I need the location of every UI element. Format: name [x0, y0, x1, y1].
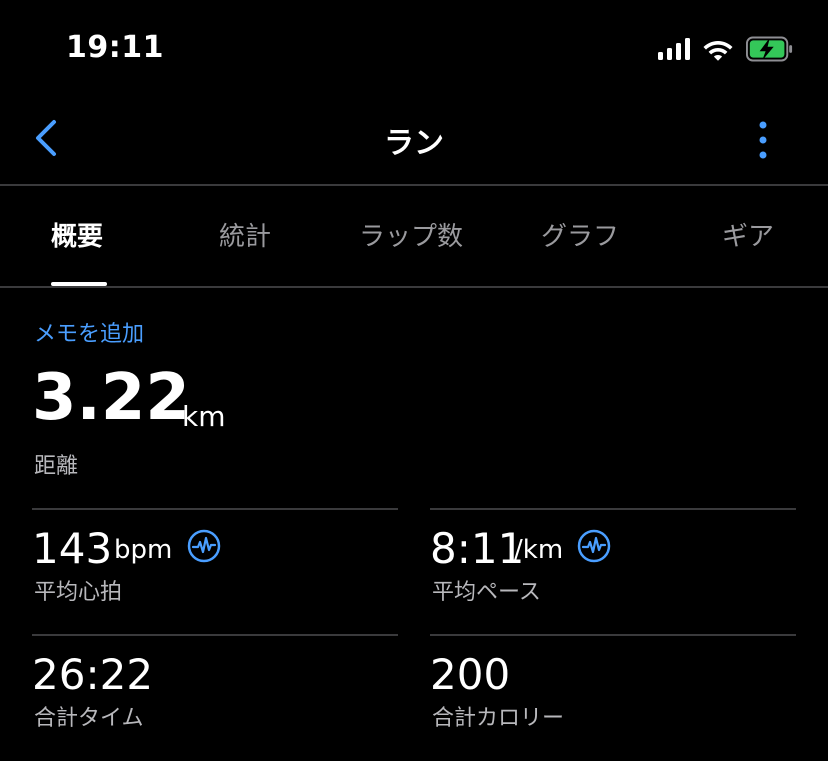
total-time-label: 合計タイム [34, 706, 144, 731]
stat-divider [32, 508, 398, 510]
status-icons [658, 36, 794, 62]
battery-charging-icon [746, 36, 793, 62]
avg-pace-value: 8:11 [430, 524, 525, 573]
avg-heart-rate-value: 143 [32, 524, 113, 573]
calories-label: 合計カロリー [432, 706, 565, 731]
status-time: 19:11 [66, 30, 164, 65]
distance-label: 距離 [34, 454, 79, 479]
cellular-signal-icon [658, 38, 690, 60]
tab-graph[interactable]: グラフ [541, 216, 619, 253]
total-time-value: 26:22 [32, 650, 154, 699]
calories-value: 200 [430, 650, 511, 699]
tab-stats[interactable]: 統計 [219, 216, 271, 253]
distance-value: 3.22 [32, 361, 190, 435]
heart-rate-icon[interactable] [187, 529, 221, 563]
tab-laps[interactable]: ラップ数 [359, 216, 463, 253]
stat-divider [430, 508, 796, 510]
tab-bar: 概要 統計 ラップ数 グラフ ギア [0, 186, 828, 286]
avg-heart-rate-unit: bpm [114, 535, 173, 565]
nav-bar: ラン [0, 100, 828, 184]
tab-overview[interactable]: 概要 [51, 216, 103, 253]
wifi-icon [703, 41, 733, 61]
avg-heart-rate-label: 平均心拍 [34, 580, 123, 605]
status-bar: 19:11 [0, 0, 828, 100]
more-vertical-icon[interactable] [748, 120, 778, 160]
tab-gear[interactable]: ギア [722, 216, 774, 253]
add-memo-link[interactable]: メモを追加 [34, 316, 144, 348]
tabs-divider [0, 286, 828, 288]
distance-unit: km [182, 400, 226, 433]
avg-pace-label: 平均ペース [432, 580, 541, 605]
heart-rate-icon[interactable] [577, 529, 611, 563]
avg-pace-unit: /km [514, 535, 564, 565]
stat-divider [32, 634, 398, 636]
page-title: ラン [384, 126, 444, 161]
stat-divider [430, 634, 796, 636]
